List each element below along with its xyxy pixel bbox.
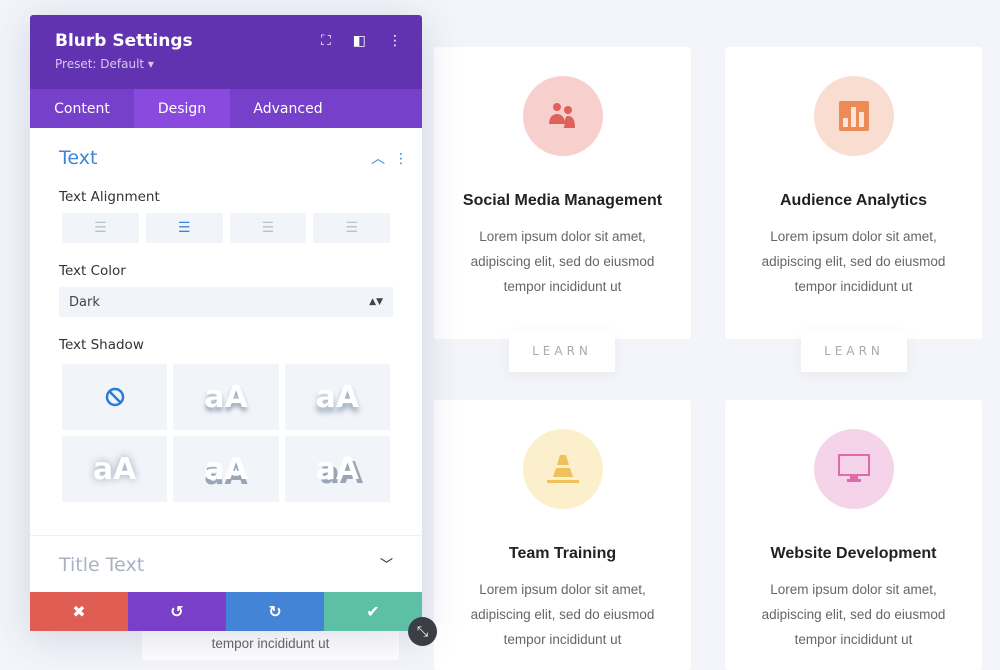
undo-button[interactable]: ↺: [128, 592, 226, 631]
save-button[interactable]: ✔: [324, 592, 422, 631]
card-title: Audience Analytics: [779, 192, 927, 209]
card-body: Lorem ipsum dolor sit amet, adipiscing e…: [761, 582, 946, 647]
card-social-media: Social Media Management Lorem ipsum dolo…: [434, 47, 691, 339]
cone-icon: [522, 429, 603, 509]
card-team-training: Team Training Lorem ipsum dolor sit amet…: [434, 400, 691, 670]
card-audience-analytics: Audience Analytics Lorem ipsum dolor sit…: [725, 47, 982, 339]
redo-button[interactable]: ↻: [226, 592, 324, 631]
text-shadow-label: Text Shadow: [59, 337, 144, 353]
text-color-label: Text Color: [59, 263, 126, 279]
shadow-preset-3[interactable]: aA: [62, 436, 168, 502]
text-color-value: Dark: [69, 294, 100, 310]
blurb-settings-panel: Blurb Settings Preset: Default ▾ ⛶ ◧ ⋮ C…: [30, 15, 422, 631]
card-body: Lorem ipsum dolor sit amet, adipiscing e…: [470, 229, 655, 294]
card-body: tempor incididunt ut: [211, 636, 330, 651]
no-shadow-icon[interactable]: [62, 364, 168, 430]
learn-button[interactable]: LEARN: [509, 330, 615, 372]
shadow-preset-2[interactable]: aA: [284, 364, 390, 430]
align-justify-icon[interactable]: ☰: [313, 213, 390, 243]
align-right-icon[interactable]: ☰: [229, 213, 307, 243]
text-color-select[interactable]: Dark ▲▼: [59, 287, 393, 317]
chevron-up-icon[interactable]: ︿: [371, 151, 385, 167]
chevron-down-icon[interactable]: ﹀: [380, 554, 393, 576]
card-body: Lorem ipsum dolor sit amet, adipiscing e…: [470, 582, 655, 647]
section-options-icon[interactable]: ⋮: [394, 151, 408, 167]
section-title[interactable]: Text: [59, 147, 97, 169]
users-icon: [522, 76, 603, 156]
align-center-icon[interactable]: ☰: [145, 213, 223, 243]
tab-advanced[interactable]: Advanced: [230, 89, 346, 128]
learn-button[interactable]: LEARN: [801, 330, 907, 372]
monitor-icon: [813, 429, 894, 509]
resize-handle-icon[interactable]: ⤡: [408, 617, 437, 646]
align-left-icon[interactable]: ☰: [62, 213, 139, 243]
more-options-icon[interactable]: ⋮: [388, 33, 402, 49]
fullscreen-icon[interactable]: ⛶: [321, 33, 331, 49]
cancel-button[interactable]: ✖: [30, 592, 128, 631]
text-alignment-label: Text Alignment: [59, 189, 160, 205]
panel-header[interactable]: Blurb Settings Preset: Default ▾ ⛶ ◧ ⋮: [30, 15, 422, 89]
tab-content[interactable]: Content: [30, 89, 134, 128]
card-website-development: Website Development Lorem ipsum dolor si…: [725, 400, 982, 670]
card-title: Team Training: [508, 545, 617, 562]
tab-design[interactable]: Design: [134, 89, 230, 128]
shadow-preset-1[interactable]: aA: [173, 364, 279, 430]
shadow-preset-4[interactable]: aA: [173, 436, 279, 502]
card-title: Social Media Management: [462, 192, 663, 209]
bar-chart-icon: [813, 76, 894, 156]
card-title: Website Development: [770, 545, 937, 562]
select-arrows-icon: ▲▼: [369, 297, 383, 307]
shadow-preset-5[interactable]: aA: [284, 436, 390, 502]
preset-dropdown[interactable]: Preset: Default ▾: [55, 57, 397, 71]
split-view-icon[interactable]: ◧: [353, 33, 366, 49]
title-text-section[interactable]: Title Text: [59, 554, 144, 576]
card-body: Lorem ipsum dolor sit amet, adipiscing e…: [761, 229, 946, 294]
